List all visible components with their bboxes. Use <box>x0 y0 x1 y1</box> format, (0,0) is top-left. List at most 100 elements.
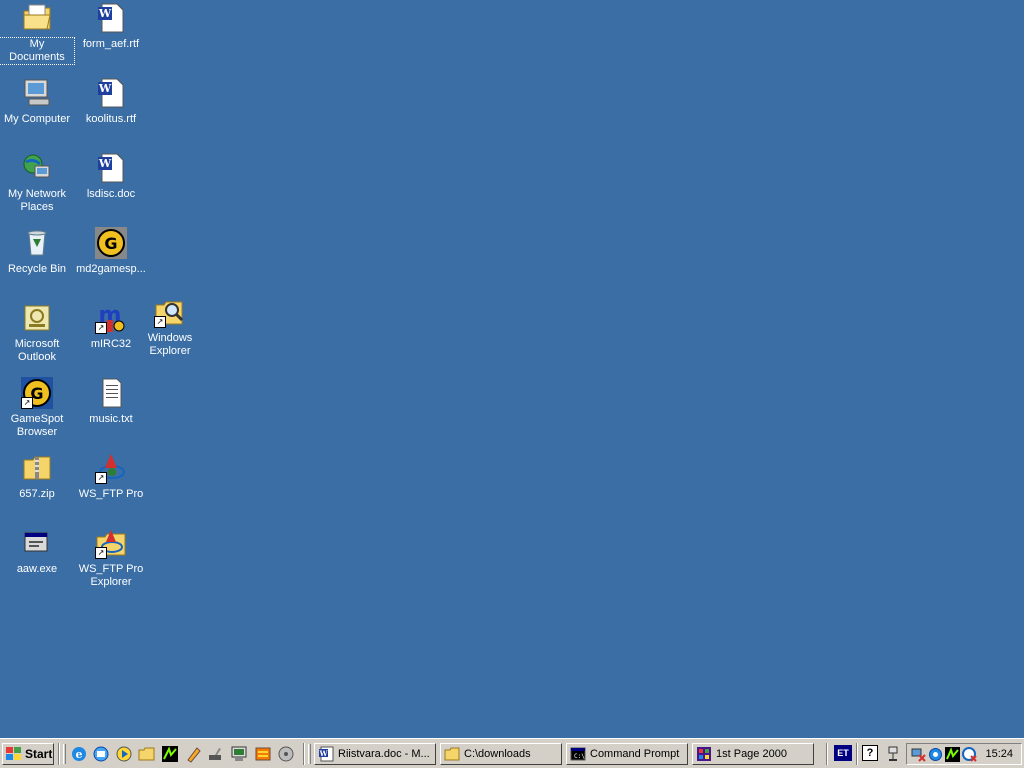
network-globe-icon <box>21 152 53 184</box>
desktop: My Documents My Computer My Network Plac… <box>0 0 1024 738</box>
speaker-disc-icon[interactable] <box>277 745 295 763</box>
computer-icon <box>21 77 53 109</box>
desktop-icon-aaw-exe[interactable]: aaw.exe <box>0 527 74 576</box>
taskbar: Start e W Riistvara.doc - M... C:\downlo… <box>0 738 1024 768</box>
desktop-icon-label: GameSpot Browser <box>10 413 64 438</box>
1st-page-icon <box>697 747 711 761</box>
monitor-icon[interactable] <box>230 745 248 763</box>
word-document-icon: W <box>95 77 127 109</box>
svg-text:W: W <box>98 157 112 170</box>
task-button-downloads[interactable]: C:\downloads <box>440 743 562 765</box>
recycle-bin-icon <box>21 227 53 259</box>
task-button-command-prompt[interactable]: C:\ Command Prompt <box>566 743 688 765</box>
desktop-icon-label: My Computer <box>3 113 71 125</box>
svg-text:W: W <box>98 82 112 95</box>
media-player-icon[interactable] <box>115 745 133 763</box>
taskbar-separator <box>856 743 858 765</box>
task-area-grip[interactable] <box>308 744 311 764</box>
folder-documents-icon <box>21 2 53 34</box>
desktop-icon-ws-ftp-pro[interactable]: ↗ WS_FTP Pro <box>74 452 148 501</box>
desktop-icon-lsdisc-doc[interactable]: W lsdisc.doc <box>74 152 148 201</box>
desktop-icon-md2gamesp[interactable]: G md2gamesp... <box>74 227 148 276</box>
word-document-icon: W <box>319 746 334 762</box>
svg-text:W: W <box>319 749 328 758</box>
help-icon[interactable]: ? <box>862 745 878 761</box>
desktop-icon-ws-ftp-pro-explorer[interactable]: ↗ WS_FTP Pro Explorer <box>74 527 148 589</box>
desktop-icon-label: aaw.exe <box>16 563 58 575</box>
shortcut-arrow-icon: ↗ <box>95 322 107 334</box>
desktop-icon-label: Windows Explorer <box>147 332 193 357</box>
quick-launch-grip[interactable] <box>63 744 66 764</box>
desktop-icon-windows-explorer[interactable]: ↗ Windows Explorer <box>133 296 207 358</box>
word-document-icon: W <box>95 152 127 184</box>
desktop-icon-my-network-places[interactable]: My Network Places <box>0 152 74 214</box>
desktop-icon-microsoft-outlook[interactable]: Microsoft Outlook <box>0 302 74 364</box>
shortcut-arrow-icon: ↗ <box>95 547 107 559</box>
svg-text:C:\: C:\ <box>574 753 585 760</box>
start-button[interactable]: Start <box>2 743 54 765</box>
desktop-icon-my-computer[interactable]: My Computer <box>0 77 74 126</box>
desktop-icon-label: Recycle Bin <box>7 263 67 275</box>
winamp-tray-icon[interactable] <box>945 747 960 762</box>
text-file-icon <box>95 377 127 409</box>
desktop-icon-label: WS_FTP Pro <box>78 488 144 500</box>
desktop-icon-label: My Documents <box>0 37 75 65</box>
winamp-icon[interactable] <box>161 745 179 763</box>
mirc-icon: m ↗ <box>95 302 127 334</box>
desktop-icon-recycle-bin[interactable]: Recycle Bin <box>0 227 74 276</box>
desktop-icon-label: md2gamesp... <box>76 263 146 275</box>
desktop-icon-gamespot-browser[interactable]: G ↗ GameSpot Browser <box>0 377 74 439</box>
system-tray: 15:24 <box>906 743 1022 765</box>
shortcut-arrow-icon: ↗ <box>21 397 33 409</box>
desktop-icon-label: mIRC32 <box>90 338 132 350</box>
desktop-icon-label: music.txt <box>89 413 133 425</box>
word-document-icon: W <box>95 2 127 34</box>
pencil-tool-icon[interactable] <box>185 745 203 763</box>
taskbar-separator <box>826 743 828 765</box>
taskbar-separator <box>58 743 60 765</box>
settings-gear-icon[interactable] <box>928 747 943 762</box>
task-label: C:\downloads <box>464 748 531 760</box>
desktop-icon-label: koolitus.rtf <box>85 113 137 125</box>
ws-ftp-explorer-icon: ↗ <box>95 527 127 559</box>
desktop-icon-koolitus-rtf[interactable]: W koolitus.rtf <box>74 77 148 126</box>
executable-icon <box>21 527 53 559</box>
outlook-express-icon[interactable] <box>92 745 110 763</box>
taskbar-separator <box>303 743 305 765</box>
desktop-icon-label: 657.zip <box>19 488 55 500</box>
desktop-icon-my-documents[interactable]: My Documents <box>0 2 75 65</box>
gamespot-icon: G <box>95 227 127 259</box>
task-button-riistvara-doc[interactable]: W Riistvara.doc - M... <box>314 743 436 765</box>
desktop-icon-657-zip[interactable]: 657.zip <box>0 452 74 501</box>
outlook-icon <box>21 302 53 334</box>
task-button-1st-page-2000[interactable]: 1st Page 2000 <box>692 743 814 765</box>
task-label: Command Prompt <box>590 748 680 760</box>
desktop-icon-label: My Network Places <box>7 188 67 213</box>
clock[interactable]: 15:24 <box>985 748 1013 760</box>
desktop-icon-label: WS_FTP Pro Explorer <box>78 563 144 588</box>
svg-text:G: G <box>104 234 117 253</box>
desktop-icon-form-aef-rtf[interactable]: W form_aef.rtf <box>74 2 148 51</box>
network-disconnected-icon[interactable] <box>911 747 926 762</box>
desktop-icon-music-txt[interactable]: music.txt <box>74 377 148 426</box>
utility-tool-icon[interactable] <box>207 745 225 763</box>
internet-explorer-icon[interactable]: e <box>70 745 88 763</box>
desktop-icon-label: lsdisc.doc <box>86 188 136 200</box>
shortcut-arrow-icon: ↗ <box>154 316 166 328</box>
shortcut-arrow-icon: ↗ <box>95 472 107 484</box>
command-prompt-icon: C:\ <box>570 747 586 761</box>
task-label: 1st Page 2000 <box>716 748 787 760</box>
ws-ftp-icon: ↗ <box>95 452 127 484</box>
network-connection-icon[interactable] <box>886 746 900 762</box>
gamespot-icon: G ↗ <box>21 377 53 409</box>
toolbox-icon[interactable] <box>254 745 272 763</box>
explorer-magnifier-icon: ↗ <box>154 296 186 328</box>
folder-icon[interactable] <box>138 745 156 763</box>
desktop-icon-label: form_aef.rtf <box>82 38 140 50</box>
antivirus-blocked-icon[interactable] <box>962 747 977 762</box>
svg-text:W: W <box>98 7 112 20</box>
svg-text:e: e <box>76 748 83 761</box>
task-label: Riistvara.doc - M... <box>338 748 430 760</box>
language-indicator[interactable]: ET <box>834 745 852 761</box>
zip-folder-icon <box>21 452 53 484</box>
